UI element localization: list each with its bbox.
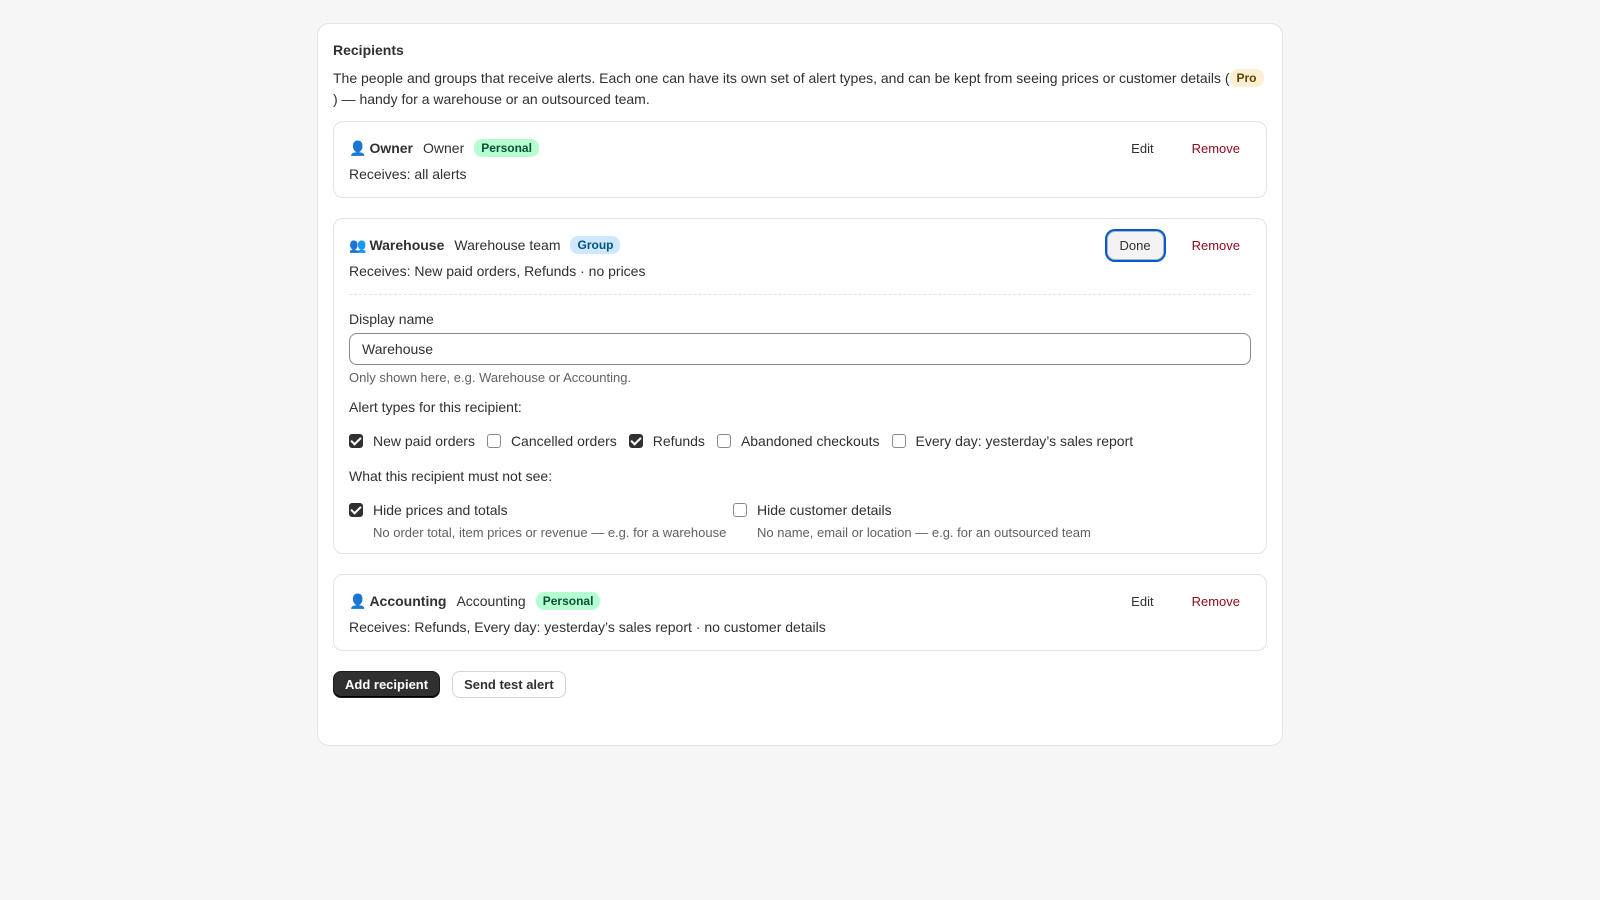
add-recipient-button[interactable]: Add recipient [333, 671, 441, 698]
hide-customer-details-option[interactable]: Hide customer details [733, 502, 1117, 518]
remove-button[interactable]: Remove [1182, 588, 1251, 615]
recipient-card-owner: 👤 Owner Owner Personal Edit Remove Recei… [333, 121, 1267, 198]
alert-type-cancelled-orders[interactable]: Cancelled orders [486, 433, 617, 449]
recipient-name: Warehouse [369, 237, 445, 253]
send-test-alert-button[interactable]: Send test alert [452, 671, 566, 698]
checkbox[interactable] [733, 503, 747, 517]
group-badge: Group [570, 236, 621, 254]
remove-button[interactable]: Remove [1182, 135, 1251, 162]
display-name-label: Display name [349, 311, 434, 327]
checkbox[interactable] [891, 434, 906, 448]
alert-types-label: Alert types for this recipient: [349, 399, 522, 415]
recipient-subtitle: Owner [423, 140, 465, 156]
section-title: Recipients [333, 42, 404, 58]
hide-prices-help: No order total, item prices or revenue —… [373, 525, 727, 540]
done-button[interactable]: Done [1106, 230, 1164, 260]
hide-prices-option[interactable]: Hide prices and totals [349, 502, 733, 518]
alert-type-daily-sales-report[interactable]: Every day: yesterday’s sales report [891, 433, 1133, 449]
recipient-receives: Receives: Refunds, Every day: yesterday’… [349, 619, 826, 635]
alert-type-abandoned-checkouts[interactable]: Abandoned checkouts [716, 433, 880, 449]
divider [349, 294, 1251, 295]
personal-badge: Personal [535, 592, 601, 610]
checkbox[interactable] [486, 434, 501, 448]
section-description: The people and groups that receive alert… [333, 68, 1267, 110]
recipient-name: Owner [369, 140, 414, 156]
recipient-subtitle: Accounting [456, 593, 526, 609]
pro-badge: Pro [1229, 69, 1264, 87]
display-name-input[interactable] [349, 333, 1251, 365]
checkbox[interactable] [716, 434, 731, 448]
display-name-help: Only shown here, e.g. Warehouse or Accou… [349, 370, 632, 385]
hide-label: What this recipient must not see: [349, 468, 553, 484]
recipient-card-warehouse: 👥 Warehouse Warehouse team Group Done Re… [333, 218, 1267, 554]
alert-types-group: New paid orders Cancelled orders Refunds… [349, 433, 1251, 449]
recipient-card-accounting: 👤 Accounting Accounting Personal Edit Re… [333, 574, 1267, 651]
person-icon: 👤 [349, 592, 367, 609]
group-icon: 👥 [349, 236, 367, 253]
recipient-name: Accounting [369, 593, 447, 609]
person-icon: 👤 [349, 139, 367, 156]
personal-badge: Personal [474, 139, 539, 157]
remove-button[interactable]: Remove [1182, 232, 1251, 259]
checkbox[interactable] [628, 434, 643, 448]
hide-options-group: Hide prices and totals No order total, i… [349, 502, 1251, 553]
checkbox[interactable] [349, 434, 363, 448]
recipient-receives: Receives: New paid orders, Refunds · no … [349, 263, 646, 279]
recipients-card: Recipients The people and groups that re… [317, 23, 1283, 746]
footer-actions: Add recipient Send test alert [333, 671, 1267, 698]
edit-button[interactable]: Edit [1121, 588, 1163, 615]
recipient-receives: Receives: all alerts [349, 166, 467, 182]
hide-customer-details-help: No name, email or location — e.g. for an… [757, 525, 1091, 540]
alert-type-new-paid-orders[interactable]: New paid orders [349, 433, 475, 449]
alert-type-refunds[interactable]: Refunds [628, 433, 705, 449]
checkbox[interactable] [349, 503, 363, 517]
recipient-subtitle: Warehouse team [454, 237, 561, 253]
edit-button[interactable]: Edit [1121, 135, 1163, 162]
